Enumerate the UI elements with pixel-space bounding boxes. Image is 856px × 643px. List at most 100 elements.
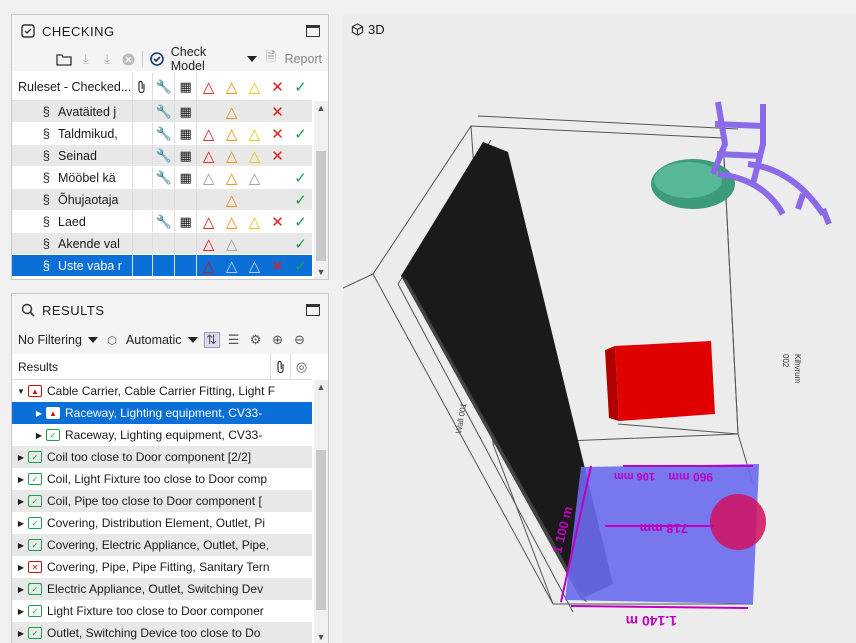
attachment-cell[interactable]: [133, 189, 154, 210]
check-model-dropdown-icon[interactable]: [247, 56, 258, 62]
check-model-icon[interactable]: [149, 51, 164, 67]
attachment-cell[interactable]: [133, 255, 154, 276]
purple-rail-object[interactable]: [710, 101, 832, 226]
attachment-cell[interactable]: [133, 101, 154, 122]
wrench-icon[interactable]: 🔧: [153, 145, 176, 166]
camera-column-icon[interactable]: ◎: [290, 353, 312, 380]
minor-column-icon[interactable]: △: [243, 73, 266, 100]
ruleset-name-cell[interactable]: § Avatäited j: [12, 101, 133, 122]
ruleset-name-cell[interactable]: § Taldmikud,: [12, 123, 133, 144]
ruleset-row[interactable]: § Laed 🔧 ▦ △ △ △ ✕ ✓: [12, 211, 312, 233]
wrench-cell[interactable]: [153, 189, 176, 210]
scroll-down-icon[interactable]: ▼: [314, 267, 328, 277]
report-icon[interactable]: 🗎: [263, 49, 278, 67]
3d-viewport[interactable]: 1 100 m 1.140 m 718 mm 960 mm 106 mm Kih…: [343, 14, 856, 643]
result-group-row[interactable]: ▶ ✓ Outlet, Switching Device too close to …: [12, 622, 312, 643]
checking-scrollbar[interactable]: ▲ ▼: [314, 101, 328, 279]
mode-dropdown[interactable]: Automatic: [126, 333, 182, 347]
scrollbar-thumb[interactable]: [316, 450, 326, 610]
wrench-icon[interactable]: 🔧: [153, 101, 176, 122]
sort-icon[interactable]: ☰: [226, 332, 242, 348]
scroll-up-icon[interactable]: ▲: [314, 382, 328, 392]
rejected-column-icon[interactable]: ✕: [266, 73, 289, 100]
result-item-row[interactable]: ▶ ✓ Raceway, Lighting equipment, CV33-: [12, 424, 312, 446]
expand-icon[interactable]: ▶: [14, 629, 28, 638]
expand-icon[interactable]: ▶: [14, 519, 28, 528]
report-button[interactable]: Report: [285, 52, 323, 66]
ruleset-row[interactable]: § Taldmikud, 🔧 ▦ △ △ △ ✕ ✓: [12, 123, 312, 145]
pink-clash-marker[interactable]: [710, 494, 766, 550]
auto-mode-icon[interactable]: ⬡: [104, 332, 120, 348]
results-column-header[interactable]: Results: [18, 360, 270, 374]
expand-icon[interactable]: ▶: [14, 607, 28, 616]
ruleset-row[interactable]: § Avatäited j 🔧 ▦ △ ✕: [12, 101, 312, 123]
open-folder-icon[interactable]: [56, 51, 72, 67]
table-icon[interactable]: ▦: [175, 167, 198, 188]
table-cell[interactable]: [175, 189, 198, 210]
ruleset-name-cell[interactable]: § Seinad: [12, 145, 133, 166]
attachment-cell[interactable]: [133, 145, 154, 166]
ruleset-row[interactable]: § Akende val △ △ ✓: [12, 233, 312, 255]
filter-dropdown-icon[interactable]: [87, 337, 98, 343]
wrench-icon[interactable]: 🔧: [153, 211, 176, 232]
wrench-icon[interactable]: 🔧: [153, 123, 176, 144]
attachment-cell[interactable]: [133, 233, 154, 254]
table-icon[interactable]: ▦: [175, 211, 198, 232]
wrench-cell[interactable]: [153, 255, 176, 276]
expand-icon[interactable]: ▶: [14, 541, 28, 550]
ruleset-row[interactable]: § Seinad 🔧 ▦ △ △ △ ✕: [12, 145, 312, 167]
remove-icon[interactable]: ⊖: [292, 332, 308, 348]
result-group-row[interactable]: ▶ ✓ Covering, Electric Appliance, Outlet, …: [12, 534, 312, 556]
expand-icon[interactable]: ▶: [14, 563, 28, 572]
result-group-row[interactable]: ▶ ✓ Light Fixture too close to Door compon…: [12, 600, 312, 622]
maximize-icon[interactable]: [306, 304, 320, 316]
filter-dropdown[interactable]: No Filtering: [18, 333, 82, 347]
ruleset-row[interactable]: § Mööbel kä 🔧 ▦ △ △ △ ✓: [12, 167, 312, 189]
result-group-row[interactable]: ▶ ✓ Coil, Pipe too close to Door component…: [12, 490, 312, 512]
import-icon[interactable]: ⤓: [78, 51, 93, 67]
wrench-icon[interactable]: 🔧: [153, 167, 176, 188]
mode-dropdown-icon[interactable]: [187, 337, 198, 343]
wrench-cell[interactable]: [153, 233, 176, 254]
settings-icon[interactable]: ⚙: [248, 332, 264, 348]
collapse-icon[interactable]: ▼: [14, 387, 28, 396]
expand-icon[interactable]: ▶: [14, 475, 28, 484]
maximize-icon[interactable]: [306, 25, 320, 37]
table-cell[interactable]: [175, 255, 198, 276]
table-icon[interactable]: ▦: [175, 123, 198, 144]
ruleset-name-cell[interactable]: § Mööbel kä: [12, 167, 133, 188]
3d-scene[interactable]: 1 100 m 1.140 m 718 mm 960 mm 106 mm Kih…: [343, 14, 856, 643]
attachment-cell[interactable]: [133, 123, 154, 144]
attachment-cell[interactable]: [133, 211, 154, 232]
expand-icon[interactable]: ▶: [14, 497, 28, 506]
result-group-row[interactable]: ▶ ✓ Covering, Distribution Element, Outlet…: [12, 512, 312, 534]
ruleset-name-cell[interactable]: § Õhujaotaja: [12, 189, 133, 210]
major-column-icon[interactable]: △: [220, 73, 243, 100]
result-group-row[interactable]: ▶ ✓ Coil, Light Fixture too close to Door …: [12, 468, 312, 490]
result-group-row[interactable]: ▶ ✕ Covering, Pipe, Pipe Fitting, Sanitary…: [12, 556, 312, 578]
scrollbar-thumb[interactable]: [316, 151, 326, 261]
expand-icon[interactable]: ▶: [14, 585, 28, 594]
result-group-row[interactable]: ▼ ▲ Cable Carrier, Cable Carrier Fitting, …: [12, 380, 312, 402]
ruleset-row[interactable]: § Uste vaba r △ △ △ ✕ ✓: [12, 255, 312, 277]
attachment-column-icon[interactable]: [133, 73, 154, 100]
accepted-column-icon[interactable]: ✓: [289, 73, 312, 100]
red-box-object[interactable]: [615, 341, 715, 421]
critical-column-icon[interactable]: △: [197, 73, 220, 100]
check-model-button[interactable]: Check Model: [171, 45, 241, 73]
scroll-down-icon[interactable]: ▼: [314, 632, 328, 642]
structure-icon[interactable]: ⇅: [203, 332, 220, 348]
attachment-cell[interactable]: [133, 167, 154, 188]
table-column-icon[interactable]: ▦: [175, 73, 198, 100]
ruleset-column-header[interactable]: Ruleset - Checked...: [12, 73, 133, 100]
expand-icon[interactable]: ▶: [32, 431, 46, 440]
result-group-row[interactable]: ▶ ✓ Electric Appliance, Outlet, Switching …: [12, 578, 312, 600]
export-icon[interactable]: ⤓: [99, 51, 114, 67]
scroll-up-icon[interactable]: ▲: [314, 103, 328, 113]
table-icon[interactable]: ▦: [175, 101, 198, 122]
expand-icon[interactable]: ▶: [14, 453, 28, 462]
result-item-row[interactable]: ▶ ▲ Raceway, Lighting equipment, CV33-: [12, 402, 312, 424]
ruleset-name-cell[interactable]: § Uste vaba r: [12, 255, 133, 276]
expand-icon[interactable]: ▶: [32, 409, 46, 418]
result-group-row[interactable]: ▶ ✓ Coil too close to Door component [2/2]: [12, 446, 312, 468]
